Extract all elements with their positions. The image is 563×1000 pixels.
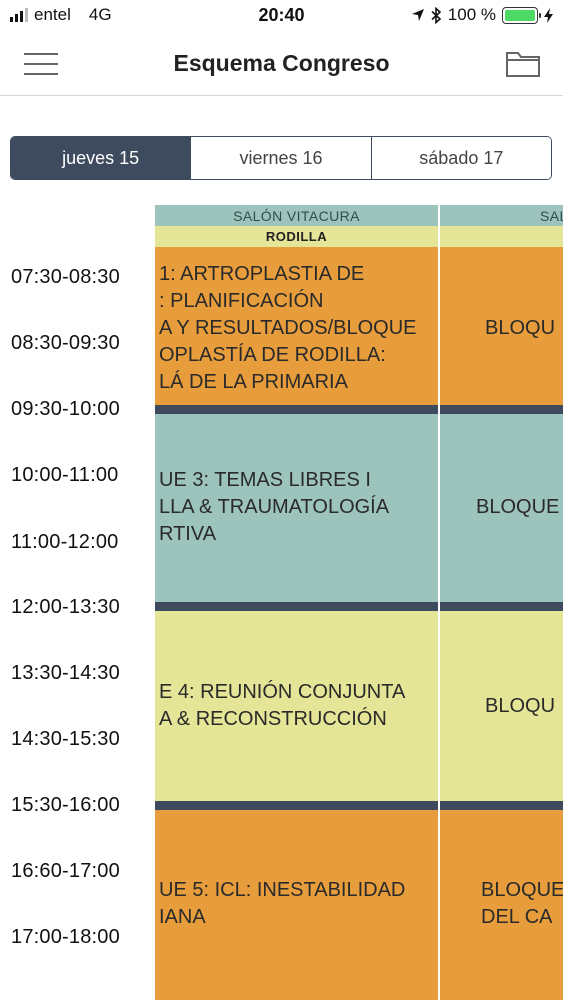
session-line: 1: ARTROPLASTIA DE (159, 263, 365, 285)
break-separator (440, 405, 563, 414)
topic-header: RODILLA (155, 226, 438, 247)
day-selector: jueves 15 viernes 16 sábado 17 (10, 136, 552, 180)
schedule-grid[interactable]: SALÓN VITACURA RODILLA 1: ARTROPLASTIA D… (155, 205, 563, 1000)
time-slot: 11:00-12:00 (11, 531, 119, 553)
tab-day-2[interactable]: viernes 16 (190, 137, 371, 179)
status-bar: entel 4G 20:40 100 % (0, 0, 563, 32)
battery-icon (502, 6, 541, 24)
session-line: BLOQU (485, 695, 556, 717)
session-line: E 4: REUNIÓN CONJUNTA (159, 681, 406, 703)
time-slot: 15:30-16:00 (11, 794, 120, 816)
navigation-bar: Esquema Congreso (0, 32, 563, 96)
tab-day-1[interactable]: jueves 15 (11, 137, 191, 179)
session-line: : PLANIFICACIÓN (159, 290, 324, 312)
time-slot: 09:30-10:00 (11, 398, 120, 420)
break-separator (440, 602, 563, 611)
session-line: BLOQUE (481, 879, 563, 901)
session-line: UE 5: ICL: INESTABILIDAD (159, 879, 406, 901)
session-line: A Y RESULTADOS/BLOQUE (159, 317, 417, 339)
break-separator (155, 602, 438, 611)
charging-bolt-icon (544, 7, 553, 23)
time-slot: 14:30-15:30 (11, 728, 120, 750)
session-block[interactable]: BLOQUE DEL CA (440, 810, 563, 1000)
room-column: SAL BLOQU BLOQUE BLOQU BLOQUE DEL CA (440, 205, 563, 1000)
break-separator (440, 801, 563, 810)
time-slot: 10:00-11:00 (11, 464, 119, 486)
location-arrow-icon (411, 9, 424, 21)
session-block[interactable]: UE 5: ICL: INESTABILIDAD IANA (155, 810, 438, 1000)
session-line: RTIVA (159, 523, 217, 545)
time-slot: 13:30-14:30 (11, 662, 120, 684)
session-block[interactable]: BLOQU (440, 247, 563, 405)
folder-icon[interactable] (505, 48, 541, 78)
session-block[interactable]: E 4: REUNIÓN CONJUNTA A & RECONSTRUCCIÓN (155, 611, 438, 801)
room-column: SALÓN VITACURA RODILLA 1: ARTROPLASTIA D… (155, 205, 438, 1000)
tab-day-3[interactable]: sábado 17 (370, 137, 551, 179)
room-header: SALÓN VITACURA (155, 205, 438, 226)
session-line: UE 3: TEMAS LIBRES I (159, 469, 371, 491)
battery-percent: 100 % (447, 5, 496, 24)
session-line: BLOQUE (476, 496, 560, 518)
time-column: 07:30-08:30 08:30-09:30 09:30-10:00 10:0… (0, 205, 155, 1000)
status-right: 100 % (411, 5, 553, 25)
session-line: LÁ DE LA PRIMARIA (159, 371, 348, 393)
session-line: DEL CA (481, 906, 553, 928)
time-slot: 07:30-08:30 (11, 266, 120, 288)
session-block[interactable]: BLOQU (440, 611, 563, 801)
break-separator (155, 801, 438, 810)
page-title: Esquema Congreso (173, 50, 390, 76)
bluetooth-icon (431, 6, 441, 24)
session-line: LLA & TRAUMATOLOGÍA (159, 496, 390, 518)
topic-header (440, 226, 563, 247)
session-line: A & RECONSTRUCCIÓN (159, 708, 387, 730)
session-block[interactable]: 1: ARTROPLASTIA DE : PLANIFICACIÓN A Y R… (155, 247, 438, 405)
time-slot: 08:30-09:30 (11, 332, 120, 354)
room-header: SAL (440, 205, 563, 226)
break-separator (155, 405, 438, 414)
session-line: IANA (159, 906, 206, 928)
session-line: OPLASTÍA DE RODILLA: (159, 344, 386, 366)
session-block[interactable]: UE 3: TEMAS LIBRES I LLA & TRAUMATOLOGÍA… (155, 414, 438, 602)
session-line: BLOQU (485, 317, 556, 339)
session-block[interactable]: BLOQUE (440, 414, 563, 602)
time-slot: 12:00-13:30 (11, 596, 120, 618)
time-slot: 17:00-18:00 (11, 926, 120, 948)
time-slot: 16:60-17:00 (11, 860, 120, 882)
